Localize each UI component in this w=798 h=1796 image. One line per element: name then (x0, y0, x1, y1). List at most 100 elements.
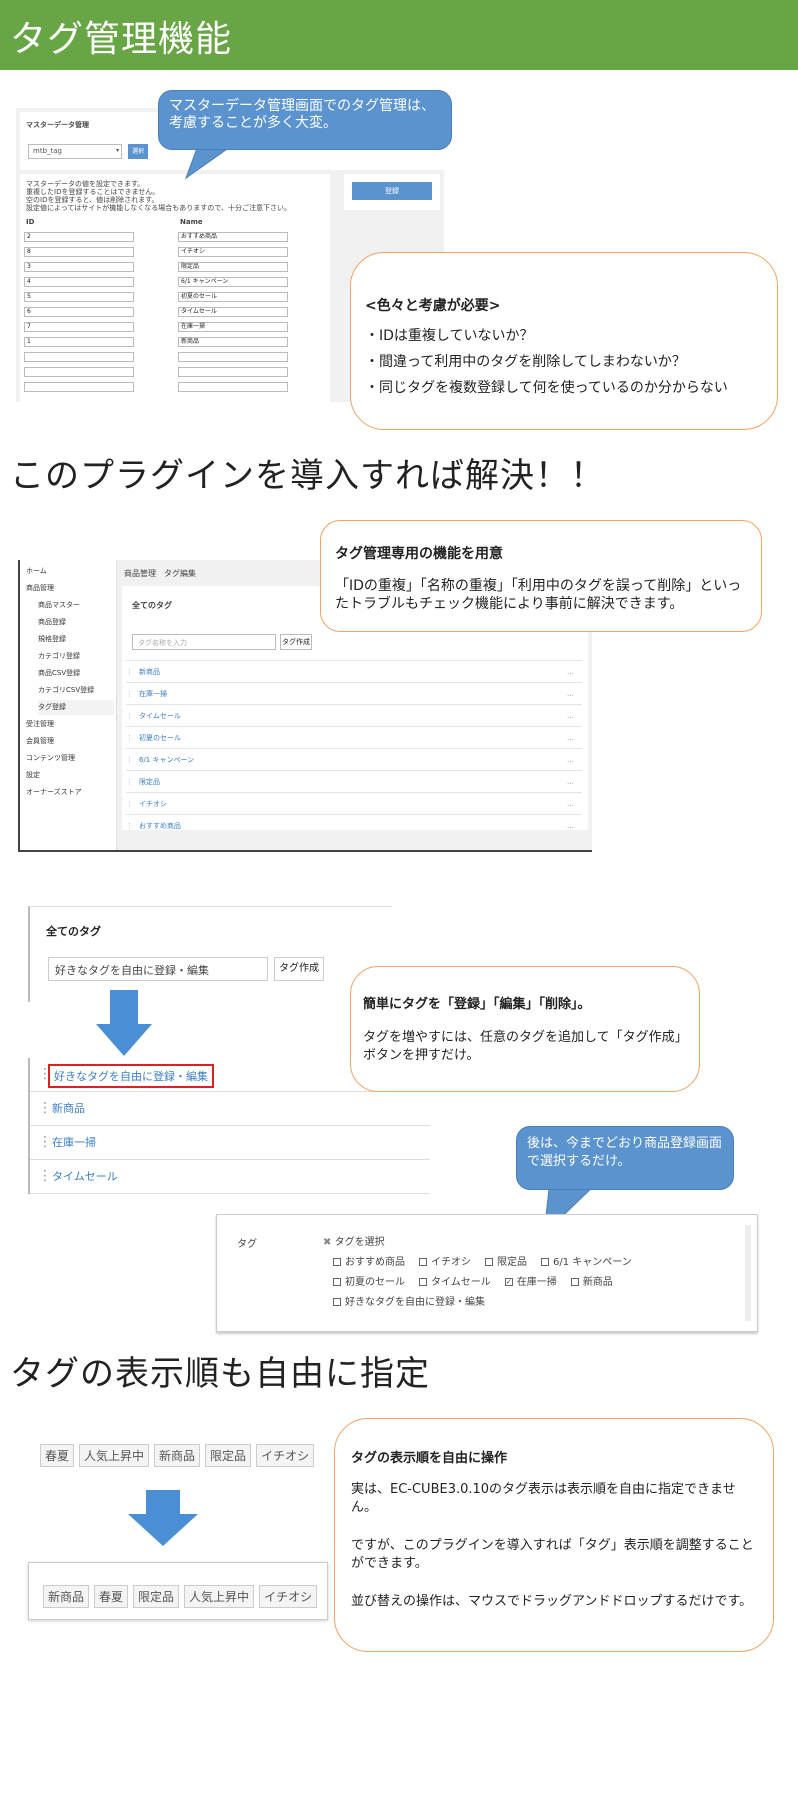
tag-link[interactable]: 新商品 (48, 1098, 89, 1118)
tag-row[interactable]: ⋮ 新商品 (30, 1092, 430, 1126)
tag-row[interactable]: ⋮ おすすめ商品 … (126, 814, 582, 836)
sidebar-item[interactable]: カテゴリ登録 (38, 649, 114, 664)
tag-row[interactable]: ⋮ 6/1 キャンペーン … (126, 748, 582, 770)
tag-option[interactable]: ✓ 在庫一掃 (504, 1274, 557, 1291)
create-tag-button[interactable]: タグ作成 (280, 634, 312, 650)
master-select[interactable]: mtb_tag ▾ (28, 144, 122, 159)
tag-link[interactable]: 初夏のセール (139, 734, 181, 742)
sidebar-item[interactable]: 受注管理 (26, 717, 114, 732)
checkbox-icon[interactable] (541, 1258, 549, 1266)
tag-link[interactable]: 在庫一掃 (139, 690, 167, 698)
name-input[interactable]: 新商品 (178, 337, 288, 347)
sidebar-item[interactable]: タグ登録 (38, 700, 114, 715)
tag-row[interactable]: ⋮ 新商品 … (126, 660, 582, 682)
tag-link[interactable]: タイムセール (48, 1166, 122, 1186)
name-input[interactable]: イチオシ (178, 247, 288, 257)
tag-link[interactable]: 在庫一掃 (48, 1132, 100, 1152)
more-icon[interactable]: … (567, 727, 574, 749)
id-input[interactable]: 3 (24, 262, 134, 272)
tag-row[interactable]: ⋮ 在庫一掃 (30, 1126, 430, 1160)
drag-handle-icon[interactable]: ⋮ (126, 800, 133, 808)
checkbox-icon[interactable] (485, 1258, 493, 1266)
drag-handle-icon[interactable]: ⋮ (126, 756, 133, 764)
tag-link[interactable]: 6/1 キャンペーン (139, 756, 194, 764)
tag-row[interactable]: ⋮ タイムセール… (126, 704, 582, 726)
name-input[interactable]: 限定品 (178, 262, 288, 272)
drag-handle-icon[interactable]: ⋮ (126, 668, 133, 676)
name-input[interactable]: 6/1 キャンペーン (178, 277, 288, 287)
drag-handle-icon[interactable]: ⋮ (126, 778, 133, 786)
tag-name-input[interactable]: タグ名称を入力 (132, 634, 276, 650)
tag-row[interactable]: ⋮ タイムセール (30, 1160, 430, 1194)
tag-option[interactable]: タイムセール (419, 1274, 491, 1291)
more-icon[interactable]: … (567, 749, 574, 771)
more-icon[interactable]: … (567, 771, 574, 793)
more-icon[interactable]: … (567, 661, 574, 683)
drag-handle-icon[interactable]: ⋮ (126, 822, 133, 830)
tag-option[interactable]: おすすめ商品 (333, 1254, 405, 1271)
sidebar-item[interactable]: 規格登録 (38, 632, 114, 647)
id-input[interactable]: 2 (24, 232, 134, 242)
name-input[interactable] (178, 382, 288, 392)
create-tag-button[interactable]: タグ作成 (274, 957, 324, 981)
id-input[interactable]: 6 (24, 307, 134, 317)
tag-link[interactable]: 新商品 (139, 668, 160, 676)
more-icon[interactable]: … (567, 705, 574, 727)
sidebar-item[interactable]: 商品管理 (26, 581, 114, 596)
drag-handle-icon[interactable]: ⋮ (126, 690, 133, 698)
id-input[interactable] (24, 352, 134, 362)
name-input[interactable] (178, 352, 288, 362)
sidebar-item[interactable]: ホーム (26, 564, 114, 579)
tag-link[interactable]: イチオシ (139, 800, 167, 808)
id-input[interactable] (24, 367, 134, 377)
checkbox-icon[interactable] (419, 1258, 427, 1266)
more-icon[interactable]: … (567, 683, 574, 705)
tag-row[interactable]: ⋮ 在庫一掃 … (126, 682, 582, 704)
name-input[interactable]: 初夏のセール (178, 292, 288, 302)
tag-row[interactable]: ⋮ 初夏のセール … (126, 726, 582, 748)
id-input[interactable]: 5 (24, 292, 134, 302)
tag-row[interactable]: ⋮ 限定品 … (126, 770, 582, 792)
sidebar-item[interactable]: コンテンツ管理 (26, 751, 114, 766)
tag-link[interactable]: 好きなタグを自由に登録・編集 (48, 1064, 214, 1088)
checkbox-icon[interactable] (570, 1278, 579, 1286)
drag-handle-icon[interactable]: ⋮ (126, 734, 133, 742)
id-input[interactable]: 8 (24, 247, 134, 257)
checkbox-icon[interactable] (333, 1258, 341, 1266)
more-icon[interactable]: … (567, 815, 574, 837)
checkbox-icon[interactable] (333, 1278, 341, 1286)
register-button[interactable]: 登録 (352, 182, 432, 200)
checkbox-checked-icon[interactable]: ✓ (504, 1278, 513, 1286)
id-input[interactable]: 7 (24, 322, 134, 332)
tag-link[interactable]: おすすめ商品 (139, 822, 181, 830)
scrollbar[interactable] (745, 1225, 751, 1321)
name-input[interactable]: おすすめ商品 (178, 232, 288, 242)
tag-row[interactable]: ⋮ イチオシ … (126, 792, 582, 814)
tag-option[interactable]: 限定品 (485, 1254, 527, 1271)
tag-option[interactable]: 6/1 キャンペーン (541, 1254, 632, 1271)
name-input[interactable]: タイムセール (178, 307, 288, 317)
checkbox-icon[interactable] (419, 1278, 427, 1286)
sidebar-item[interactable]: 商品マスター (38, 598, 114, 613)
tag-option[interactable]: 初夏のセール (333, 1274, 405, 1291)
tag-link[interactable]: 限定品 (139, 778, 160, 786)
sidebar-item[interactable]: カテゴリCSV登録 (38, 683, 114, 698)
checkbox-icon[interactable] (333, 1298, 341, 1306)
tag-name-input[interactable]: 好きなタグを自由に登録・編集 (48, 957, 268, 981)
name-input[interactable]: 在庫一掃 (178, 322, 288, 332)
id-input[interactable]: 1 (24, 337, 134, 347)
sidebar-item[interactable]: 設定 (26, 768, 114, 783)
sidebar-item[interactable]: オーナーズストア (26, 785, 114, 800)
select-button[interactable]: 選択 (128, 144, 148, 159)
tag-option[interactable]: イチオシ (419, 1254, 471, 1271)
sidebar-item[interactable]: 会員管理 (26, 734, 114, 749)
more-icon[interactable]: … (567, 793, 574, 815)
sidebar-item[interactable]: 商品CSV登録 (38, 666, 114, 681)
id-input[interactable] (24, 382, 134, 392)
tag-link[interactable]: タイムセール (139, 712, 181, 720)
id-input[interactable]: 4 (24, 277, 134, 287)
tag-select-header[interactable]: ✖ タグを選択 (323, 1233, 385, 1248)
tag-option[interactable]: 好きなタグを自由に登録・編集 (333, 1294, 485, 1311)
sidebar-item[interactable]: 商品登録 (38, 615, 114, 630)
name-input[interactable] (178, 367, 288, 377)
